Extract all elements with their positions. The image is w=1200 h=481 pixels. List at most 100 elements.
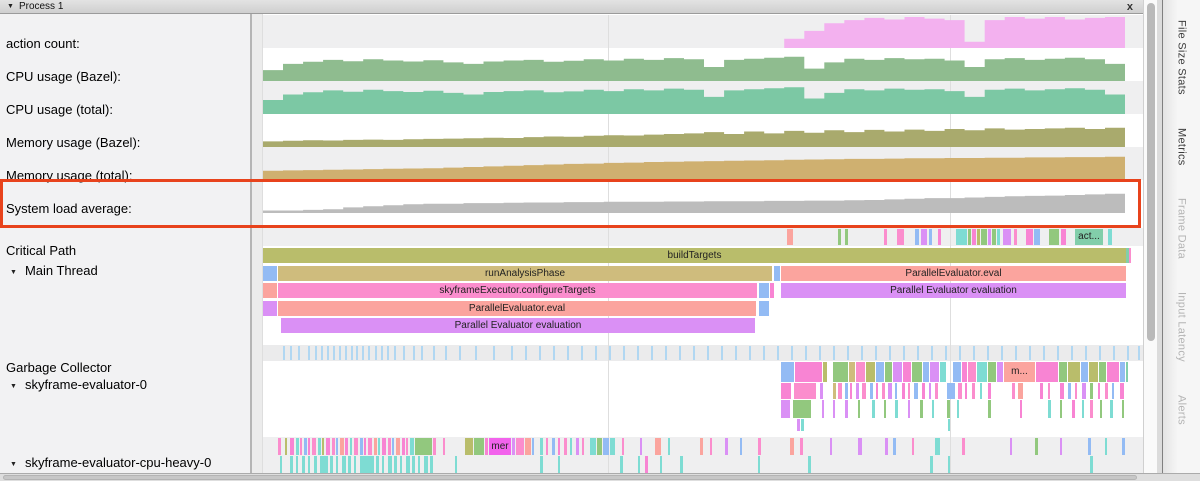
trace-slice[interactable] (795, 362, 822, 382)
gc-event-tick[interactable] (763, 346, 765, 360)
trace-slice[interactable] (921, 229, 927, 245)
trace-slice[interactable] (872, 400, 875, 418)
gc-event-tick[interactable] (1085, 346, 1087, 360)
gc-event-tick[interactable] (421, 346, 423, 360)
trace-slice[interactable] (388, 456, 392, 473)
trace-slice[interactable] (1060, 438, 1062, 455)
trace-slice[interactable] (781, 383, 791, 399)
trace-slice[interactable] (430, 456, 433, 473)
trace-slice[interactable] (443, 438, 445, 455)
trace-slice[interactable] (1120, 383, 1124, 399)
gc-event-tick[interactable] (1015, 346, 1017, 360)
trace-slice[interactable] (838, 229, 841, 245)
trace-slice[interactable] (433, 438, 436, 455)
gc-event-tick[interactable] (861, 346, 863, 360)
trace-slice[interactable] (558, 438, 560, 455)
trace-slice[interactable] (1105, 383, 1108, 399)
gc-event-tick[interactable] (362, 346, 364, 360)
trace-slice[interactable] (655, 438, 661, 455)
trace-slice[interactable] (318, 438, 321, 455)
sidebar-tab-file-size-stats[interactable]: File Size Stats (1176, 20, 1188, 95)
trace-slice[interactable] (540, 456, 543, 473)
gc-event-tick[interactable] (381, 346, 383, 360)
trace-slice[interactable] (290, 456, 293, 473)
trace-slice[interactable] (793, 400, 811, 418)
trace-slice[interactable] (326, 438, 330, 455)
trace-slice[interactable] (940, 362, 946, 382)
trace-slice[interactable] (378, 438, 380, 455)
trace-slice[interactable] (790, 438, 794, 455)
gc-event-tick[interactable] (945, 346, 947, 360)
trace-slice[interactable] (590, 438, 596, 455)
trace-slice[interactable] (830, 438, 832, 455)
trace-slice[interactable] (929, 229, 932, 245)
trace-slice[interactable] (280, 456, 282, 473)
gc-event-tick[interactable] (553, 346, 555, 360)
gc-event-tick[interactable] (987, 346, 989, 360)
trace-slice[interactable] (953, 362, 961, 382)
gc-event-tick[interactable] (847, 346, 849, 360)
trace-slice[interactable] (314, 456, 317, 473)
trace-slice[interactable] (546, 438, 548, 455)
trace-slice[interactable] (312, 438, 316, 455)
gc-event-tick[interactable] (805, 346, 807, 360)
trace-slice[interactable] (988, 383, 991, 399)
trace-slice[interactable] (340, 438, 344, 455)
trace-slice[interactable] (320, 456, 328, 473)
trace-slice[interactable] (455, 456, 457, 473)
gc-event-tick[interactable] (833, 346, 835, 360)
gc-event-tick[interactable] (413, 346, 415, 360)
trace-slice[interactable] (870, 383, 873, 399)
gc-event-tick[interactable] (445, 346, 447, 360)
gc-event-tick[interactable] (315, 346, 317, 360)
trace-slice[interactable]: act... (1075, 229, 1103, 245)
trace-slice[interactable]: m... (1004, 362, 1035, 382)
trace-slice[interactable] (947, 400, 950, 418)
trace-slice[interactable] (640, 438, 642, 455)
trace-slice[interactable] (412, 456, 415, 473)
trace-slice[interactable] (997, 362, 1003, 382)
trace-slice[interactable] (620, 456, 623, 473)
gc-event-tick[interactable] (651, 346, 653, 360)
trace-slice[interactable] (759, 301, 769, 316)
trace-slice[interactable] (866, 362, 875, 382)
gc-event-tick[interactable] (567, 346, 569, 360)
gc-event-tick[interactable] (539, 346, 541, 360)
trace-slice[interactable] (512, 438, 515, 455)
trace-slice[interactable] (740, 438, 742, 455)
trace-slice[interactable]: runAnalysisPhase (278, 266, 772, 281)
trace-slice[interactable] (1068, 362, 1080, 382)
gc-event-tick[interactable] (1127, 346, 1129, 360)
trace-slice[interactable] (845, 229, 848, 245)
trace-slice[interactable] (884, 400, 886, 418)
trace-slice[interactable] (922, 383, 925, 399)
trace-slice[interactable] (263, 301, 277, 316)
trace-slice[interactable] (977, 362, 987, 382)
gc-event-tick[interactable] (917, 346, 919, 360)
trace-slice[interactable] (903, 362, 911, 382)
trace-slice[interactable] (1089, 362, 1098, 382)
gc-event-tick[interactable] (819, 346, 821, 360)
trace-slice[interactable] (858, 400, 860, 418)
trace-slice[interactable] (947, 383, 955, 399)
trace-slice[interactable] (1072, 400, 1075, 418)
gc-event-tick[interactable] (433, 346, 435, 360)
trace-slice[interactable] (902, 383, 905, 399)
counter-chart[interactable] (263, 114, 1143, 147)
trace-slice[interactable] (893, 362, 902, 382)
trace-slice[interactable]: Parallel Evaluator evaluation (281, 318, 755, 333)
trace-slice[interactable] (485, 438, 488, 455)
trace-slice[interactable]: mer (489, 438, 511, 455)
trace-slice[interactable] (1088, 438, 1091, 455)
trace-slice[interactable] (893, 438, 896, 455)
trace-slice[interactable] (833, 400, 835, 418)
trace-slice[interactable] (988, 362, 996, 382)
vertical-scrollbar[interactable] (1143, 0, 1157, 481)
trace-slice[interactable] (406, 438, 408, 455)
trace-slice[interactable] (1107, 362, 1119, 382)
trace-slice[interactable] (668, 438, 670, 455)
trace-slice[interactable] (354, 438, 358, 455)
trace-slice[interactable] (348, 456, 351, 473)
trace-slice[interactable] (603, 438, 609, 455)
trace-slice[interactable] (660, 456, 662, 473)
